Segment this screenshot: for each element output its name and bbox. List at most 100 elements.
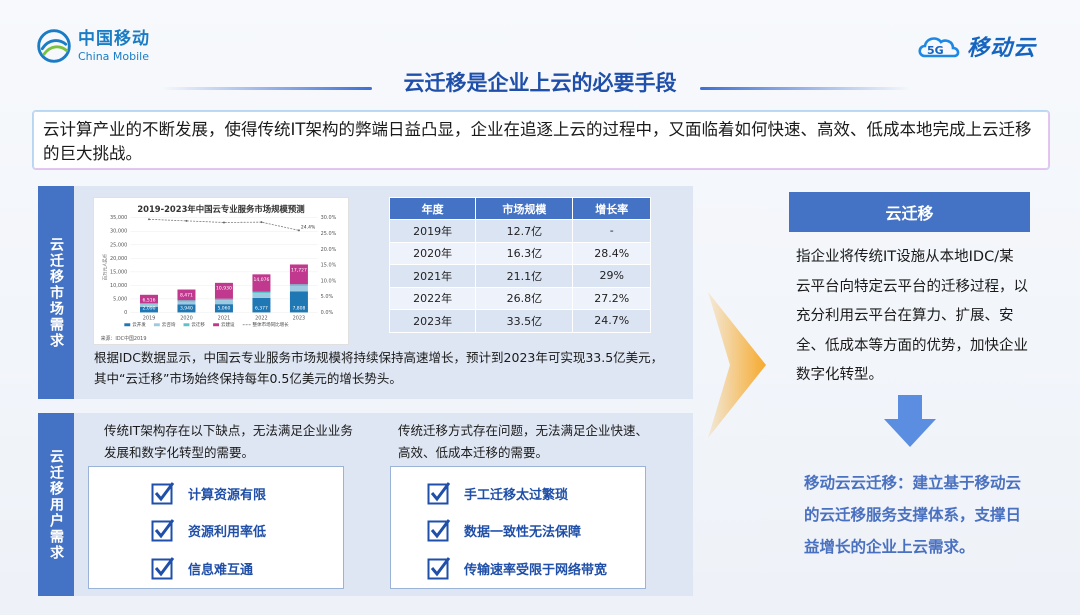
table-row: 2022年 26.8亿 27.2% — [388, 286, 651, 310]
chart-total-label: 17,727 — [291, 267, 307, 273]
chart-bottom-label: 2,090 — [143, 305, 156, 311]
chart-legend-label: 云开发 — [132, 321, 146, 328]
checkbox-checked-icon — [427, 557, 451, 580]
chart-y-tick-label: 10,000 — [110, 283, 127, 289]
checklist-left: 计算资源有限 资源利用率低 信息难互通 — [88, 466, 344, 589]
market-chart-svg: 2019-2023年中国云专业服务市场规模预测 百万元人民币 0 5,000 10,… — [101, 204, 337, 342]
chart-bottom-label: 5,060 — [217, 305, 230, 311]
checkbox-checked-icon — [151, 519, 175, 542]
chart-bar-segment — [177, 300, 196, 302]
chart-bottom-label: 3,940 — [180, 305, 193, 311]
chart-rate-point — [260, 221, 263, 224]
chart-x-tick-label: 2019 — [143, 315, 156, 321]
chart-y2-tick-label: 25.0% — [321, 231, 337, 237]
table-cell: - — [572, 219, 651, 243]
chart-rate-point — [148, 218, 150, 221]
table-cell: 2021年 — [388, 264, 477, 288]
chart-y2-tick-label: 5.0% — [321, 294, 334, 300]
chart-y-tick-label: 5,000 — [113, 296, 127, 302]
chart-x-tick-label: 2020 — [180, 315, 193, 321]
chart-ylabel: 百万元人民币 — [102, 253, 109, 280]
conclusion-text: 移动云云迁移：建立基于移动云的云迁移服务支撑体系，支撑日益增长的企业上云需求。 — [804, 474, 1022, 556]
checkbox-checked-icon — [427, 519, 451, 542]
chart-y2-tick-label: 30.0% — [321, 215, 337, 221]
chart-bottom-label: 6,377 — [255, 305, 268, 311]
chart-rate-point — [297, 229, 300, 232]
5g-cloud-icon: 5G — [918, 37, 960, 58]
table-cell: 21.1亿 — [475, 264, 574, 288]
right-chevron-arrow-icon — [708, 292, 766, 438]
table-cell: 28.4% — [572, 241, 651, 265]
chart-bar-segment — [214, 300, 233, 305]
chart-y-tick-label: 20,000 — [110, 256, 127, 262]
chart-bar-segment — [214, 298, 233, 301]
check-item: 数据一致性无法保障 — [427, 518, 581, 542]
check-item: 资源利用率低 — [151, 518, 266, 542]
chart-bar-segment — [252, 291, 271, 294]
chart-legend-label: 整体市场同比增长 — [253, 321, 290, 328]
chart-bottom-label: 7,808 — [292, 305, 305, 311]
check-item-label: 资源利用率低 — [188, 524, 267, 540]
check-item: 手工迁移太过繁琐 — [427, 481, 568, 505]
china-mobile-logo-icon — [37, 29, 71, 63]
check-item-label: 信息难互通 — [188, 562, 254, 578]
chart-legend-swatch — [153, 323, 160, 327]
table-header-year: 年度 — [388, 197, 477, 220]
check-item-label: 传输速率受限于网络带宽 — [464, 562, 608, 578]
table-cell: 2020年 — [388, 241, 477, 265]
market-chart: 2019-2023年中国云专业服务市场规模预测 百万元人民币 0 5,000 10,… — [93, 197, 349, 345]
chart-bar-segment — [177, 301, 196, 305]
chart-y-tick-label: 35,000 — [110, 215, 127, 221]
table-cell: 2022年 — [388, 286, 477, 310]
chart-rate-label: 24.4% — [301, 224, 316, 230]
check-item-label: 数据一致性无法保障 — [464, 524, 582, 540]
checklist-right: 手工迁移太过繁琐 数据一致性无法保障 传输速率受限于网络带宽 — [390, 466, 646, 589]
table-header-rate: 增长率 — [572, 197, 651, 220]
check-item-label: 计算资源有限 — [188, 487, 267, 503]
table-cell: 2023年 — [388, 309, 477, 333]
table-cell: 16.3亿 — [475, 241, 574, 265]
chart-bar-segment — [289, 284, 308, 286]
table-row: 2020年 16.3亿 28.4% — [388, 241, 651, 265]
chart-y2-tick-label: 10.0% — [321, 278, 337, 284]
table-cell: 26.8亿 — [475, 286, 574, 310]
mobile-cloud-logo: 5G 移动云 — [915, 30, 1036, 62]
chart-rate-line — [148, 218, 300, 231]
checkbox-checked-icon — [427, 482, 451, 505]
checkbox-checked-icon — [151, 482, 175, 505]
table-cell: 27.2% — [572, 286, 651, 310]
chart-y-tick-label: 0 — [124, 310, 127, 316]
chart-rate-point — [222, 221, 225, 224]
checkbox-checked-icon — [151, 557, 175, 580]
check-item: 计算资源有限 — [151, 481, 266, 505]
slide: 中国移动 China Mobile 5G 移动云 云迁移是企业上云的必要手段 云… — [0, 0, 1080, 615]
user-right-description: 传统迁移方式存在问题，无法满足企业快速、高效、低成本迁移的需要。 — [398, 423, 649, 460]
table-row: 2021年 21.1亿 29% — [388, 264, 651, 288]
table-header-size: 市场规模 — [475, 197, 574, 220]
chart-legend-label: 云咨询 — [162, 321, 176, 328]
chart-legend-swatch — [124, 323, 131, 327]
chart-x-tick-label: 2022 — [255, 315, 268, 321]
chart-y2-tick-label: 0.0% — [321, 310, 334, 316]
chart-caption: 来源：IDC中国2019 — [101, 335, 147, 342]
table-cell: 24.7% — [572, 309, 651, 333]
chart-legend-label: 云迁移 — [191, 321, 205, 328]
table-cell: 33.5亿 — [475, 309, 574, 333]
chart-x-tick-label: 2023 — [293, 315, 306, 321]
user-left-description: 传统IT架构存在以下缺点，无法满足企业业务发展和数字化转型的需要。 — [104, 423, 353, 460]
chart-y-tick-label: 25,000 — [110, 242, 127, 248]
chart-bar-segment — [289, 285, 308, 292]
chart-x-tick-label: 2021 — [218, 315, 231, 321]
chart-y-tick-label: 30,000 — [110, 229, 127, 235]
market-label: 云迁移市场需求 — [38, 186, 74, 399]
page-title: 云迁移是企业上云的必要手段 — [403, 71, 677, 95]
cloud-migration-description: 指企业将传统IT设施从本地IDC/某云平台向特定云平台的迁移过程，以充分利用云平… — [796, 249, 1028, 383]
title-decor-right — [700, 87, 910, 90]
check-item: 信息难互通 — [151, 556, 253, 580]
chart-legend-swatch — [213, 323, 220, 327]
chart-title: 2019-2023年中国云专业服务市场规模预测 — [137, 204, 304, 214]
chart-rate-point — [185, 219, 188, 222]
5g-badge: 5G — [927, 44, 944, 57]
chart-total-label: 6,516 — [143, 298, 156, 304]
cloud-brand: 移动云 — [966, 36, 1036, 61]
